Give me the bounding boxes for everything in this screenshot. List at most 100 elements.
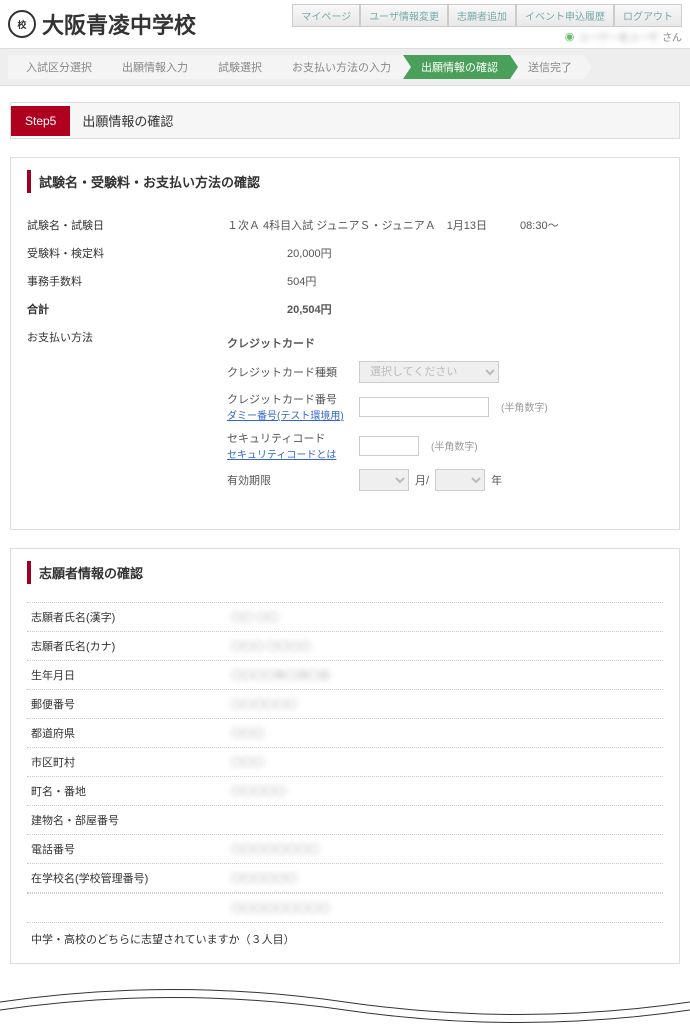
applicant-row-label: 郵便番号 — [31, 696, 231, 712]
step-label: Step5 — [11, 106, 70, 136]
expiry-row: 有効期限 月/ 年 — [227, 469, 663, 491]
nav-userinfo[interactable]: ユーザ情報変更 — [360, 4, 448, 27]
charge-value: 504円 — [227, 273, 663, 289]
nav-buttons: マイページ ユーザ情報変更 志願者追加 イベント申込履歴 ログアウト — [292, 4, 682, 27]
nav-eventhistory[interactable]: イベント申込履歴 — [516, 4, 614, 27]
applicant-row-value: 〇〇〇 〇〇〇〇 — [231, 638, 659, 654]
applicant-row-value: 〇〇〇 — [231, 725, 659, 741]
applicant-row-label: 在学校名(学校管理番号) — [31, 870, 231, 886]
applicant-row: 郵便番号〇〇〇〇〇〇 — [27, 689, 663, 718]
cc-type-select[interactable]: 選択してください — [359, 361, 499, 383]
applicant-panel: 志願者情報の確認 志願者氏名(漢字)〇〇 〇〇志願者氏名(カナ)〇〇〇 〇〇〇〇… — [10, 548, 680, 964]
applicant-row-label: 志願者氏名(漢字) — [31, 609, 231, 625]
applicant-row: 生年月日〇〇〇〇年〇月〇日 — [27, 660, 663, 689]
applicant-row: 在学校名(学校管理番号)〇〇〇〇〇〇 — [27, 863, 663, 893]
exam-label: 試験名・試験日 — [27, 217, 227, 233]
fee-label: 受験料・検定料 — [27, 245, 227, 261]
expiry-label: 有効期限 — [227, 472, 347, 488]
applicant-extra-label — [31, 900, 231, 916]
confirm-panel: 試験名・受験料・お支払い方法の確認 試験名・試験日 １次Ａ 4科目入試 ジュニア… — [10, 157, 680, 530]
sec-label: セキュリティコード セキュリティコードとは — [227, 430, 347, 461]
step-bar: Step5 出願情報の確認 — [10, 102, 680, 139]
row-exam: 試験名・試験日 １次Ａ 4科目入試 ジュニアＳ・ジュニアＡ 1月13日 08:3… — [27, 211, 663, 239]
row-fee: 受験料・検定料 20,000円 — [27, 239, 663, 267]
cc-num-input[interactable] — [359, 397, 489, 417]
fee-value: 20,000円 — [227, 245, 663, 261]
crumb-4[interactable]: 出願情報の確認 — [403, 55, 510, 79]
user-suffix: さん — [662, 29, 682, 44]
applicant-row-value: 〇〇〇〇〇〇 — [231, 696, 659, 712]
applicant-row: 電話番号〇〇〇〇〇〇〇〇 — [27, 834, 663, 863]
cc-type-row: クレジットカード種類 選択してください — [227, 361, 663, 383]
row-payment: お支払い方法 クレジットカード クレジットカード種類 選択してください クレジッ… — [27, 323, 663, 505]
applicant-row-value: 〇〇〇 — [231, 754, 659, 770]
applicant-extra-value: 〇〇〇〇〇〇〇〇〇 — [231, 900, 659, 916]
user-line: ◉ ユーザー名ユーザ さん — [565, 29, 682, 44]
crumb-0[interactable]: 入試区分選択 — [8, 55, 104, 79]
sec-row: セキュリティコード セキュリティコードとは (半角数字) — [227, 430, 663, 461]
applicant-row-label: 町名・番地 — [31, 783, 231, 799]
sec-link[interactable]: セキュリティコードとは — [227, 450, 336, 461]
applicant-row-label: 電話番号 — [31, 841, 231, 857]
total-value: 20,504円 — [227, 301, 663, 317]
crumb-2[interactable]: 試験選択 — [200, 55, 274, 79]
step-title: 出願情報の確認 — [70, 103, 679, 138]
applicant-row: 町名・番地〇〇〇〇〇 — [27, 776, 663, 805]
cc-num-label-text: クレジットカード番号 — [227, 391, 347, 407]
applicant-row: 都道府県〇〇〇 — [27, 718, 663, 747]
applicant-row-label: 生年月日 — [31, 667, 231, 683]
expiry-month-suffix: 月/ — [415, 472, 429, 488]
applicant-row-value: 〇〇〇〇年〇月〇日 — [231, 667, 659, 683]
applicant-row-label: 都道府県 — [31, 725, 231, 741]
applicant-row-label: 市区町村 — [31, 754, 231, 770]
total-label: 合計 — [27, 301, 227, 317]
cc-type-label: クレジットカード種類 — [227, 364, 347, 380]
nav-logout[interactable]: ログアウト — [614, 4, 682, 27]
pay-block: クレジットカード クレジットカード種類 選択してください クレジットカード番号 … — [227, 329, 663, 499]
applicant-row-value — [231, 812, 659, 828]
row-charge: 事務手数料 504円 — [27, 267, 663, 295]
applicant-extra-row: 〇〇〇〇〇〇〇〇〇 — [27, 893, 663, 922]
applicant-title: 志願者情報の確認 — [27, 561, 663, 584]
header-right: マイページ ユーザ情報変更 志願者追加 イベント申込履歴 ログアウト ◉ ユーザ… — [292, 4, 682, 44]
cc-dummy-link[interactable]: ダミー番号(テスト環境用) — [227, 411, 344, 422]
confirm-title: 試験名・受験料・お支払い方法の確認 — [27, 170, 663, 193]
sec-input[interactable] — [359, 436, 419, 456]
cc-num-label: クレジットカード番号 ダミー番号(テスト環境用) — [227, 391, 347, 422]
user-icon: ◉ — [565, 30, 575, 43]
applicant-row: 志願者氏名(カナ)〇〇〇 〇〇〇〇 — [27, 631, 663, 660]
cc-num-row: クレジットカード番号 ダミー番号(テスト環境用) (半角数字) — [227, 391, 663, 422]
nav-mypage[interactable]: マイページ — [292, 4, 360, 27]
school-name: 大阪青凌中学校 — [42, 8, 196, 40]
exam-value: １次Ａ 4科目入試 ジュニアＳ・ジュニアＡ 1月13日 08:30～ — [227, 217, 663, 233]
applicant-row-label: 建物名・部屋番号 — [31, 812, 231, 828]
crumb-1[interactable]: 出願情報入力 — [104, 55, 200, 79]
user-name: ユーザー名ユーザ — [578, 29, 658, 44]
sec-label-text: セキュリティコード — [227, 430, 347, 446]
applicant-row: 市区町村〇〇〇 — [27, 747, 663, 776]
applicant-row-value: 〇〇〇〇〇〇 — [231, 870, 659, 886]
school-logo-icon: 校 — [8, 10, 36, 38]
crumb-5[interactable]: 送信完了 — [510, 55, 584, 79]
expiry-year-suffix: 年 — [491, 472, 502, 488]
applicant-row-label: 志願者氏名(カナ) — [31, 638, 231, 654]
sec-hint: (半角数字) — [431, 438, 478, 453]
expiry-month-select[interactable] — [359, 469, 409, 491]
row-total: 合計 20,504円 — [27, 295, 663, 323]
applicant-row-value: 〇〇 〇〇 — [231, 609, 659, 625]
applicant-row-value: 〇〇〇〇〇 — [231, 783, 659, 799]
pay-label: お支払い方法 — [27, 329, 227, 345]
pay-header: クレジットカード — [227, 335, 663, 351]
applicant-question: 中学・高校のどちらに志望されていますか（３人目） — [27, 922, 663, 955]
cc-num-hint: (半角数字) — [501, 399, 548, 414]
breadcrumb: 入試区分選択 出願情報入力 試験選択 お支払い方法の入力 出願情報の確認 送信完… — [0, 48, 690, 86]
crumb-3[interactable]: お支払い方法の入力 — [274, 55, 403, 79]
page-cut-decoration — [0, 972, 690, 1032]
header: 校 大阪青凌中学校 マイページ ユーザ情報変更 志願者追加 イベント申込履歴 ロ… — [0, 0, 690, 48]
applicant-row: 志願者氏名(漢字)〇〇 〇〇 — [27, 602, 663, 631]
nav-addapplicant[interactable]: 志願者追加 — [448, 4, 516, 27]
expiry-year-select[interactable] — [435, 469, 485, 491]
header-left: 校 大阪青凌中学校 — [8, 8, 196, 40]
charge-label: 事務手数料 — [27, 273, 227, 289]
applicant-row-value: 〇〇〇〇〇〇〇〇 — [231, 841, 659, 857]
